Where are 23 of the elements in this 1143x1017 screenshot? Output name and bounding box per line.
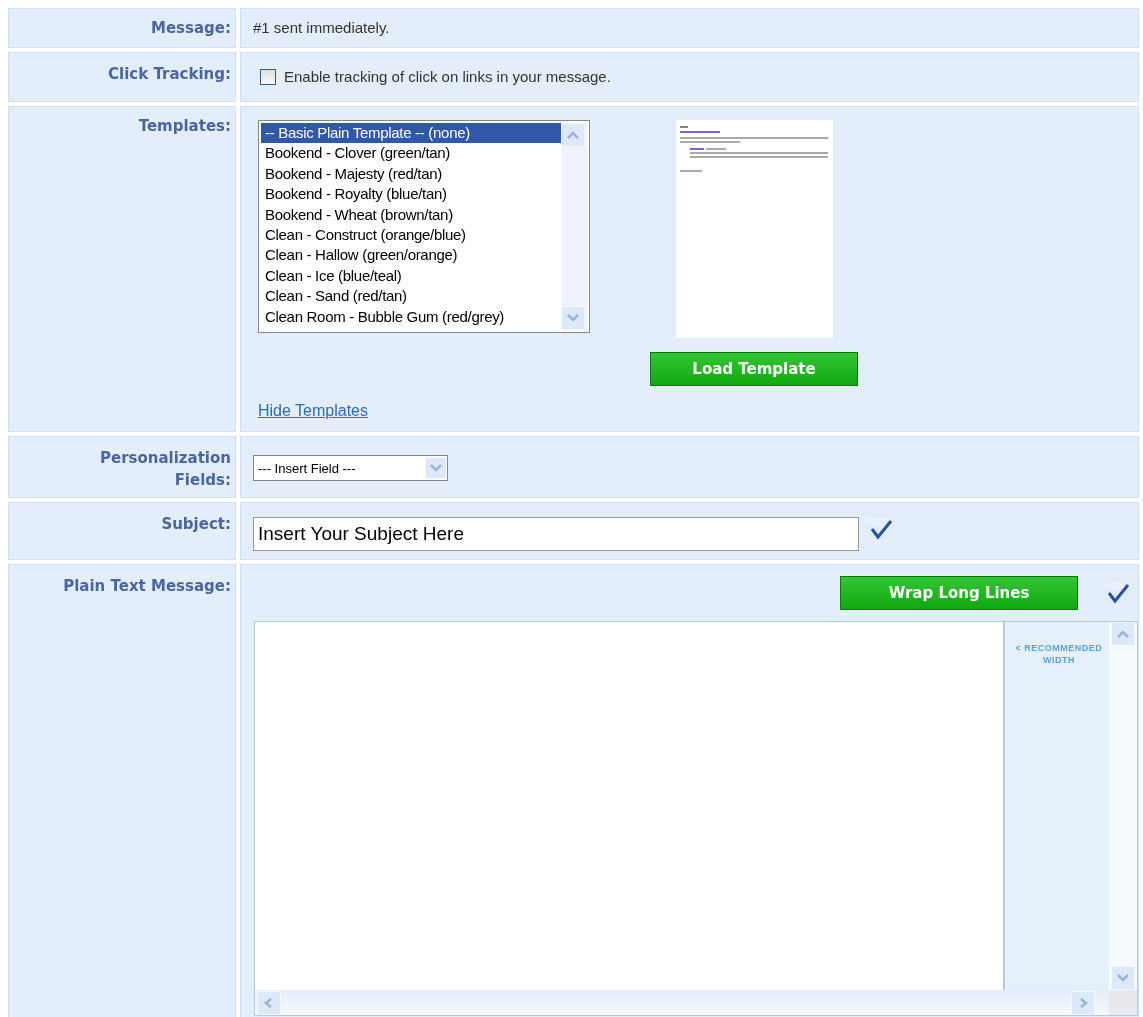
scroll-down-icon[interactable] — [1117, 973, 1129, 983]
scroll-up-icon[interactable] — [1117, 629, 1129, 639]
field-label: Click Tracking: — [108, 64, 231, 85]
insert-field-select[interactable]: --- Insert Field --- — [253, 455, 448, 481]
scroll-up-icon[interactable] — [567, 130, 579, 140]
field-label: Plain Text Message: — [63, 576, 231, 597]
checkbox[interactable] — [260, 69, 276, 85]
template-option[interactable]: -- Basic Plain Template -- (none) — [261, 123, 561, 144]
scrollbar[interactable] — [255, 990, 1109, 1015]
scrollbar[interactable] — [1109, 622, 1137, 990]
field-label: Personalization Fields: — [98, 448, 231, 491]
template-listbox[interactable] — [258, 120, 590, 333]
subject-field[interactable]: Insert Your Subject Here — [253, 517, 859, 551]
field-label: Subject: — [161, 514, 231, 535]
scrollbar[interactable] — [561, 123, 587, 330]
recommended-width-hint: < RECOMMENDED WIDTH — [1015, 643, 1103, 665]
field-label: Message: — [151, 18, 231, 39]
field-label: Templates: — [138, 116, 231, 137]
dropdown-caret-icon[interactable] — [430, 463, 442, 473]
scroll-down-icon[interactable] — [567, 313, 579, 323]
message-status: #1 sent immediately. — [253, 19, 390, 36]
checkbox-label: Enable tracking of click on links in your message. — [284, 67, 611, 87]
hide-templates-link[interactable]: Hide Templates — [258, 402, 368, 419]
